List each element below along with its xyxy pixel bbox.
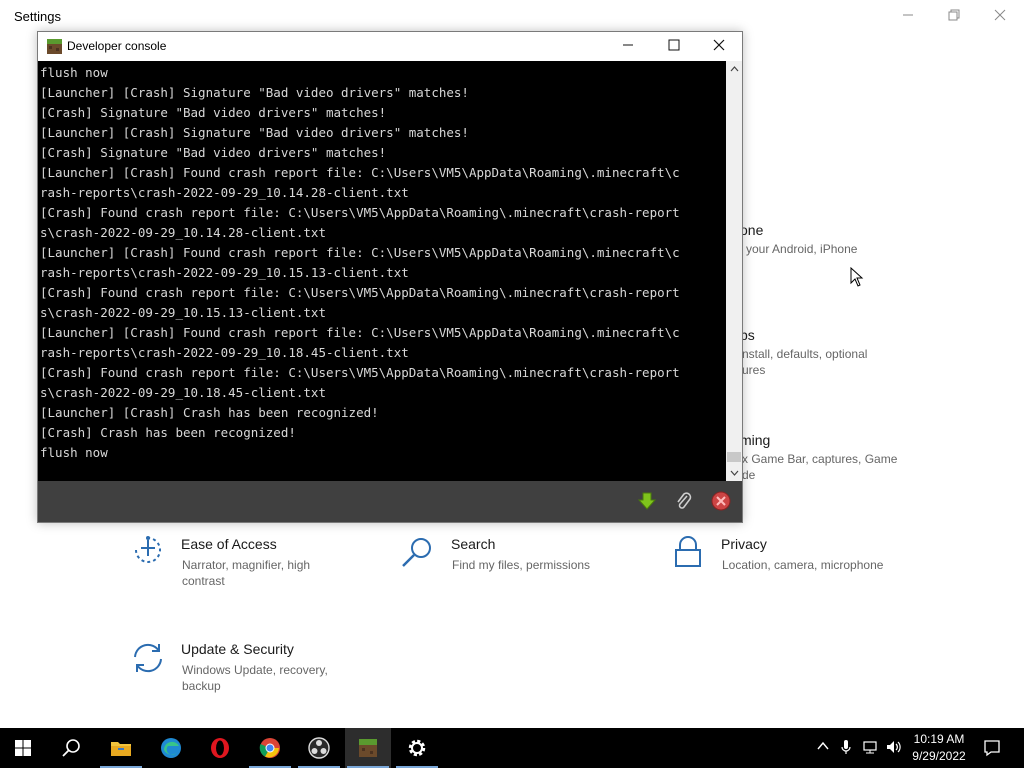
console-line: flush now (40, 65, 108, 80)
tile-update-security-desc: Windows Update, recovery, backup (182, 663, 328, 693)
network-icon[interactable] (862, 739, 878, 757)
notification-icon[interactable] (983, 739, 1001, 757)
console-line: s\crash-2022-09-29_10.18.45-client.txt (40, 385, 326, 400)
console-line: [Launcher] [Crash] Signature "Bad video … (40, 125, 469, 140)
console-line: s\crash-2022-09-29_10.14.28-client.txt (40, 225, 326, 240)
console-titlebar[interactable]: Developer console (38, 32, 742, 61)
sync-icon (134, 643, 162, 673)
tile-phone-desc: your Android, iPhone (746, 242, 858, 256)
paperclip-icon[interactable] (674, 491, 694, 511)
settings-minimize-button[interactable] (898, 6, 918, 26)
tile-apps-desc-2: ures (742, 363, 766, 377)
download-arrow-icon[interactable] (637, 491, 657, 511)
opera-icon (211, 738, 229, 758)
console-output[interactable]: flush now [Launcher] [Crash] Signature "B… (38, 61, 726, 481)
console-line: s\crash-2022-09-29_10.15.13-client.txt (40, 305, 326, 320)
console-minimize-button[interactable] (616, 36, 640, 58)
console-line: [Launcher] [Crash] Found crash report fi… (40, 165, 680, 180)
search-icon (62, 739, 80, 757)
tile-search-desc: Find my files, permissions (452, 558, 591, 572)
taskbar-clock[interactable]: 10:19 AM 9/29/2022 (906, 731, 972, 765)
console-scrollbar[interactable] (726, 61, 742, 481)
minecraft-block-icon (359, 739, 377, 757)
tile-ease-of-access[interactable]: Ease of Access Narrator, magnifier, high… (131, 536, 351, 596)
taskbar-minecraft[interactable] (345, 728, 391, 768)
tile-search[interactable]: Search Find my files, permissions (401, 536, 621, 596)
console-line: [Crash] Found crash report file: C:\User… (40, 285, 680, 300)
tile-gaming-desc-2: de (742, 468, 756, 482)
tile-apps-desc-1: nstall, defaults, optional (742, 347, 868, 361)
microphone-icon[interactable] (838, 739, 854, 757)
tile-update-security[interactable]: Update & Security Windows Update, recove… (131, 641, 351, 701)
console-line: flush now (40, 445, 108, 460)
console-line: [Launcher] [Crash] Signature "Bad video … (40, 85, 469, 100)
tile-privacy-name: Privacy (721, 536, 767, 552)
obs-icon (308, 737, 330, 759)
tile-gaming-desc-1: x Game Bar, captures, Game (742, 452, 898, 466)
tile-gaming-name[interactable]: ming (740, 432, 770, 448)
search-icon (402, 538, 431, 567)
chevron-up-icon[interactable] (815, 739, 831, 757)
tile-phone-name[interactable]: one (740, 222, 763, 238)
console-line: rash-reports\crash-2022-09-29_10.15.13-c… (40, 265, 409, 280)
minecraft-block-icon (47, 39, 62, 54)
console-maximize-button[interactable] (662, 36, 686, 58)
taskbar-file-explorer[interactable] (98, 728, 144, 768)
console-line: [Launcher] [Crash] Found crash report fi… (40, 325, 680, 340)
console-line: [Launcher] [Crash] Crash has been recogn… (40, 405, 379, 420)
tile-ease-of-access-desc: Narrator, magnifier, high contrast (182, 558, 311, 588)
settings-close-button[interactable] (990, 6, 1010, 26)
console-line: [Launcher] [Crash] Found crash report fi… (40, 245, 680, 260)
console-line: [Crash] Signature "Bad video drivers" ma… (40, 145, 387, 160)
console-line: rash-reports\crash-2022-09-29_10.18.45-c… (40, 345, 409, 360)
tile-search-name: Search (451, 536, 496, 552)
developer-console-window: Developer console flush now [Launcher] [C… (37, 31, 743, 523)
settings-restore-button[interactable] (944, 6, 964, 26)
tile-privacy-desc: Location, camera, microphone (722, 558, 884, 572)
scroll-up-arrow-icon[interactable] (726, 61, 742, 77)
console-title: Developer console (67, 39, 167, 53)
edge-icon (161, 738, 181, 758)
chrome-icon (259, 738, 280, 758)
console-line: rash-reports\crash-2022-09-29_10.14.28-c… (40, 185, 409, 200)
volume-icon[interactable] (885, 739, 901, 757)
clock-time: 10:19 AM (913, 732, 965, 746)
tile-privacy[interactable]: Privacy Location, camera, microphone (671, 536, 901, 596)
tile-update-security-name: Update & Security (181, 641, 294, 657)
tile-ease-of-access-name: Ease of Access (181, 536, 277, 552)
ease-of-access-icon (135, 536, 161, 563)
gear-icon (408, 739, 426, 757)
console-line: [Crash] Crash has been recognized! (40, 425, 296, 440)
taskbar-settings[interactable] (394, 728, 440, 768)
start-button[interactable] (0, 728, 46, 768)
taskbar-opera[interactable] (197, 728, 243, 768)
console-line: [Crash] Found crash report file: C:\User… (40, 205, 680, 220)
close-circle-icon[interactable] (711, 491, 731, 511)
scroll-down-arrow-icon[interactable] (726, 465, 742, 481)
console-footer (38, 481, 742, 522)
console-line: [Crash] Signature "Bad video drivers" ma… (40, 105, 387, 120)
taskbar-chrome[interactable] (247, 728, 293, 768)
windows-logo-icon (15, 740, 31, 756)
lock-icon (675, 536, 701, 567)
settings-title: Settings (14, 9, 61, 24)
folder-icon (111, 742, 131, 756)
taskbar-edge[interactable] (148, 728, 194, 768)
taskbar: 10:19 AM 9/29/2022 (0, 728, 1024, 768)
console-close-button[interactable] (707, 36, 731, 58)
scroll-thumb[interactable] (727, 452, 741, 462)
clock-date: 9/29/2022 (912, 749, 966, 763)
mouse-cursor-icon (850, 267, 864, 287)
taskbar-search-button[interactable] (48, 728, 94, 768)
console-line: [Crash] Found crash report file: C:\User… (40, 365, 680, 380)
taskbar-obs[interactable] (296, 728, 342, 768)
